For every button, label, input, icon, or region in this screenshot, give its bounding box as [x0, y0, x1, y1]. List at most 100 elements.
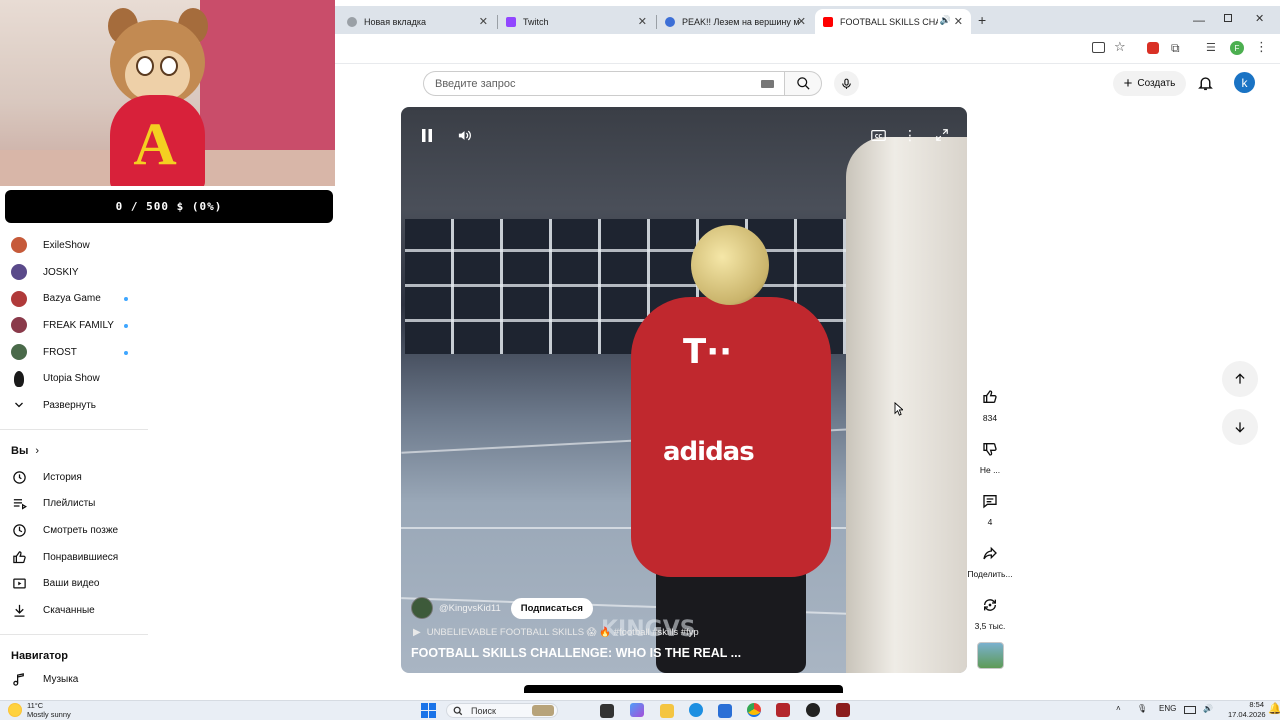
tray-chevron-up-icon[interactable]: ˄ — [1116, 704, 1121, 713]
new-tab-button[interactable]: + — [978, 12, 986, 28]
sidebar-item-freak-family[interactable]: FREAK FAMILY — [0, 312, 150, 339]
taskbar-clock[interactable]: 8:54 17.04.2026 — [1228, 700, 1266, 720]
create-button[interactable]: + Создать — [1113, 71, 1186, 96]
clock-date: 17.04.2026 — [1228, 710, 1266, 719]
network-icon[interactable] — [1184, 706, 1196, 714]
shield-app-icon[interactable] — [836, 703, 850, 717]
sidebar-expand-button[interactable]: Развернуть — [0, 392, 150, 419]
close-icon[interactable]: ✕ — [797, 15, 806, 28]
copilot-icon[interactable] — [630, 703, 644, 717]
remix-action[interactable]: 3,5 тыс. — [960, 592, 1020, 631]
twitch-icon — [506, 16, 516, 27]
channel-name: JOSKIY — [43, 266, 79, 278]
next-video-preview — [524, 685, 843, 693]
minimize-icon[interactable]: — — [1193, 13, 1205, 27]
channel-avatar — [11, 344, 27, 361]
tab-youtube-active[interactable]: FOOTBALL SKILLS CHALLE 🔊 ✕ — [815, 9, 971, 34]
tray-mic-icon[interactable]: 🎙 — [1137, 704, 1147, 713]
sidebar-item-downloads[interactable]: Скачанные — [0, 597, 150, 624]
next-short-button[interactable] — [1222, 409, 1258, 445]
sidebar-you-header[interactable]: Вы › — [0, 438, 150, 464]
watch-later-icon — [11, 523, 27, 539]
extension-red-icon[interactable] — [1147, 42, 1159, 54]
notifications-button[interactable] — [1197, 74, 1214, 92]
share-icon[interactable] — [977, 540, 1003, 566]
dislike-action[interactable]: Не ... — [960, 436, 1020, 475]
keyboard-icon[interactable] — [761, 80, 774, 88]
search-input[interactable]: Введите запрос — [423, 71, 784, 96]
sidebar-item-watch-later[interactable]: Смотреть позже — [0, 517, 150, 544]
speaker-icon[interactable]: 🔊 — [940, 15, 951, 26]
sidebar-item-playlists[interactable]: Плейлисты — [0, 491, 150, 518]
close-icon[interactable]: ✕ — [638, 15, 647, 28]
account-avatar[interactable]: k — [1234, 72, 1255, 93]
task-view-icon[interactable] — [600, 704, 614, 718]
close-icon[interactable]: ✕ — [479, 15, 488, 28]
tab-peak[interactable]: PEAK!! Лезем на вершину мед ✕ — [657, 9, 814, 34]
divider — [0, 633, 148, 635]
install-app-icon[interactable] — [1092, 42, 1105, 53]
temperature: 11°C — [27, 701, 44, 710]
video-more-icon[interactable]: ⋮ — [899, 125, 921, 145]
video-title[interactable]: FOOTBALL SKILLS CHALLENGE: WHO IS THE RE… — [411, 646, 741, 660]
comment-icon[interactable] — [977, 488, 1003, 514]
captions-button[interactable]: CC — [867, 125, 889, 145]
windows-start-icon[interactable] — [421, 703, 436, 718]
tab-twitch[interactable]: Twitch ✕ — [498, 9, 655, 34]
browser-toolbar: ☆ ⧉ ☰ F ⋮ — [335, 34, 1280, 64]
previous-short-button[interactable] — [1222, 361, 1258, 397]
live-dot — [124, 324, 128, 329]
comments-action[interactable]: 4 — [960, 488, 1020, 527]
sidebar-item-music[interactable]: Музыка — [0, 669, 150, 691]
channel-handle[interactable]: @KingvsKid11 — [439, 603, 501, 614]
subscribe-button[interactable]: Подписаться — [510, 597, 593, 619]
search-button[interactable] — [784, 71, 822, 96]
channel-avatar[interactable] — [411, 597, 433, 619]
voice-search-button[interactable] — [834, 71, 859, 96]
profile-avatar[interactable]: F — [1230, 41, 1244, 55]
volume-button[interactable] — [453, 125, 475, 145]
browser-menu-icon[interactable]: ⋮ — [1255, 39, 1268, 55]
speaker-icon[interactable]: 🔊 — [1203, 704, 1213, 713]
chevron-right-icon: › — [35, 444, 40, 457]
sidebar-item-exileshow[interactable]: ExileShow — [0, 232, 150, 259]
sidebar-item-utopia-show[interactable]: Utopia Show — [0, 365, 150, 392]
like-action[interactable]: 834 — [960, 384, 1020, 423]
language-indicator[interactable]: ENG — [1159, 704, 1176, 713]
window-close-icon[interactable]: ✕ — [1255, 12, 1264, 25]
edge-icon[interactable] — [689, 703, 703, 717]
sound-thumbnail[interactable] — [977, 642, 1004, 669]
fullscreen-button[interactable] — [931, 125, 953, 145]
your-videos-icon — [11, 576, 27, 592]
file-explorer-icon[interactable] — [660, 704, 674, 718]
sidebar-item-frost[interactable]: FROST — [0, 339, 150, 366]
taskbar-search[interactable]: Поиск — [446, 703, 558, 718]
sound-track-row[interactable]: ▶ UNBELIEVABLE FOOTBALL SKILLS 😱 🔥 #foot… — [413, 627, 699, 638]
weather-widget[interactable]: 11°C Mostly sunny — [8, 701, 71, 719]
chrome-icon — [347, 16, 357, 27]
notifications-icon[interactable]: 🔔 — [1268, 702, 1280, 715]
share-action[interactable]: Поделить... — [960, 540, 1020, 579]
chrome-taskbar-icon[interactable] — [747, 703, 761, 717]
shorts-video-player[interactable]: T·· adidas KINGVS CC ⋮ — [401, 107, 967, 673]
store-icon[interactable] — [718, 704, 732, 718]
reading-list-icon[interactable]: ☰ — [1206, 41, 1216, 54]
video-editor-icon[interactable] — [776, 703, 790, 717]
tab-new-tab[interactable]: Новая вкладка ✕ — [339, 9, 496, 34]
sidebar-item-joskiy[interactable]: JOSKIY — [0, 259, 150, 286]
obs-icon[interactable] — [806, 703, 820, 717]
maximize-icon[interactable] — [1224, 14, 1232, 22]
bookmark-star-icon[interactable]: ☆ — [1114, 39, 1126, 55]
arrow-up-icon — [1235, 373, 1245, 384]
sidebar-item-liked[interactable]: Понравившиеся — [0, 544, 150, 571]
close-icon[interactable]: ✕ — [954, 15, 963, 28]
sidebar-item-label: Смотреть позже — [43, 525, 119, 537]
thumbs-down-icon[interactable] — [977, 436, 1003, 462]
sidebar-item-bazya-game[interactable]: Bazya Game — [0, 285, 150, 312]
sidebar-item-your-videos[interactable]: Ваши видео — [0, 571, 150, 598]
thumbs-up-icon[interactable] — [977, 384, 1003, 410]
extensions-puzzle-icon[interactable]: ⧉ — [1171, 41, 1180, 56]
sidebar-item-history[interactable]: История — [0, 464, 150, 491]
pause-button[interactable] — [416, 125, 438, 145]
remix-icon[interactable] — [977, 592, 1003, 618]
